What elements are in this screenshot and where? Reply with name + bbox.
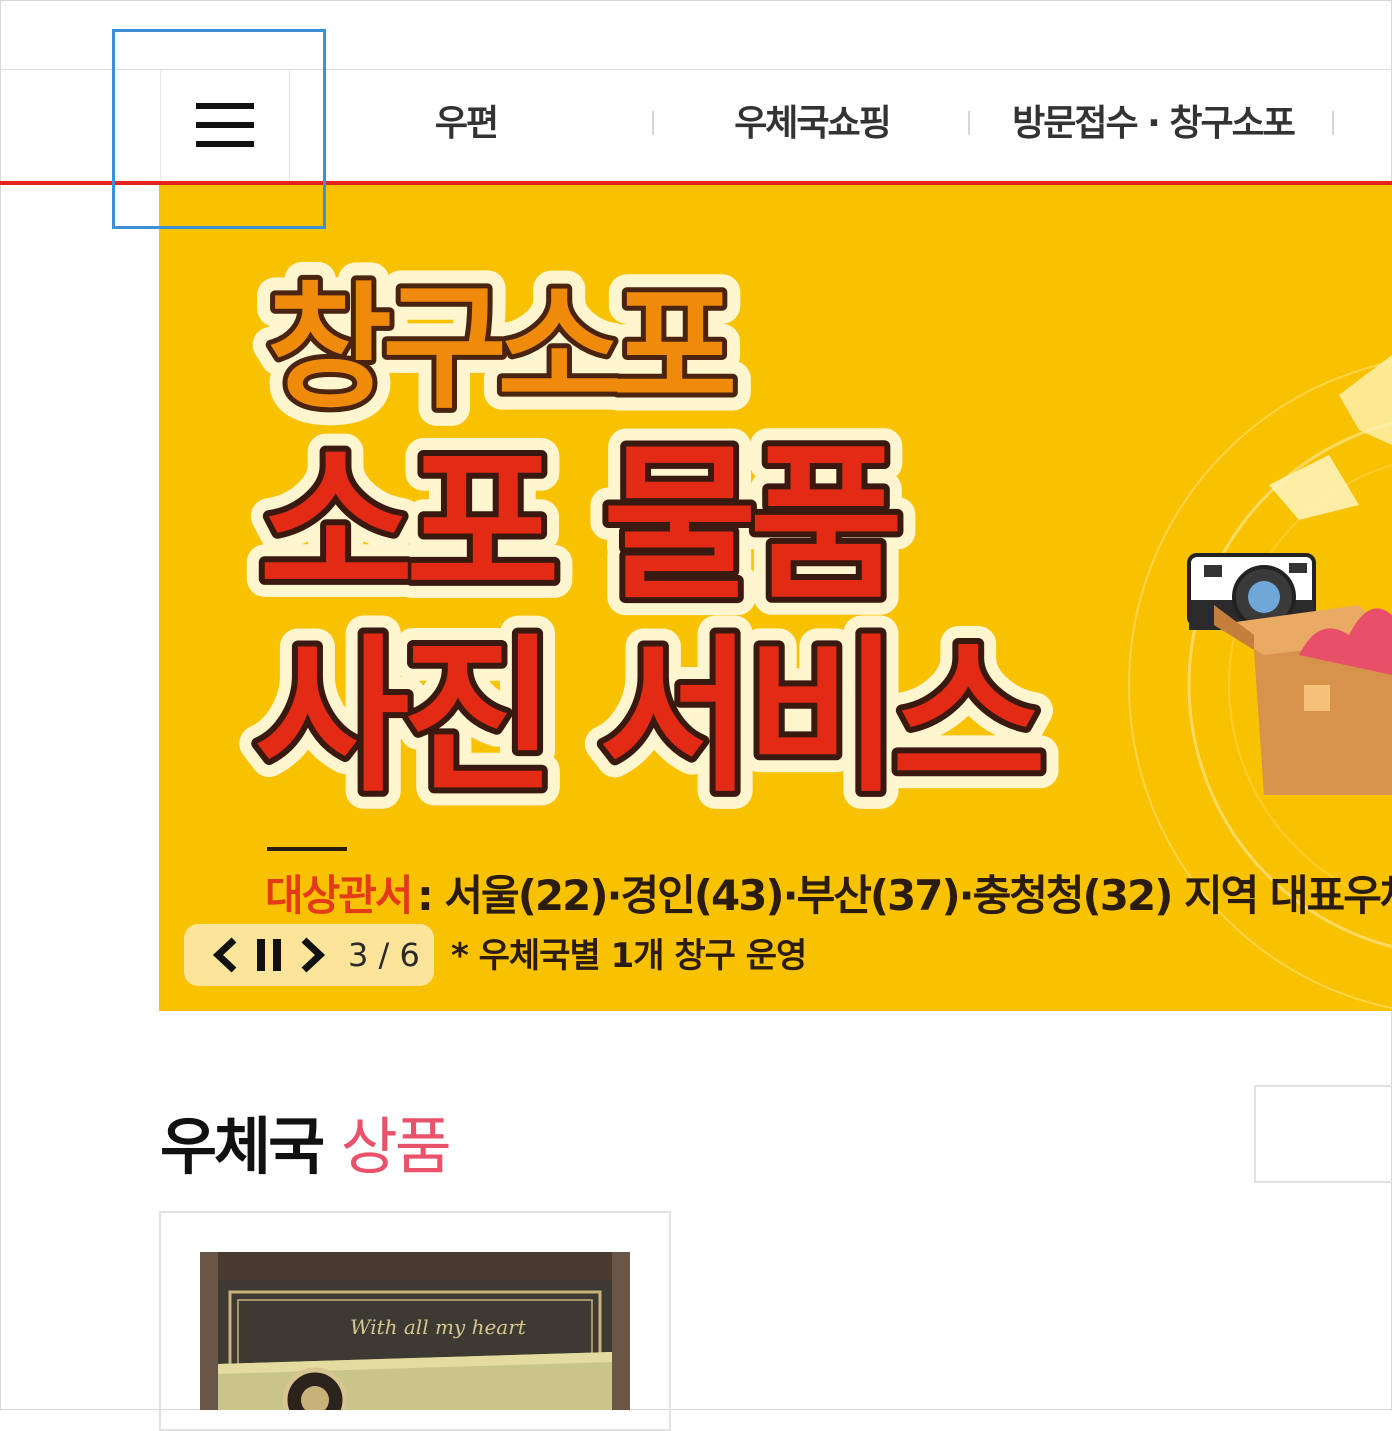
next-slide-icon[interactable] <box>298 936 326 974</box>
info-note: * 우체국별 1개 창구 운영 <box>451 936 806 976</box>
nav-item-post[interactable]: 우편 <box>386 96 546 152</box>
product-image[interactable]: With all my heart <box>200 1252 630 1410</box>
promo-banner[interactable]: 창구소포 창구소포 소포 물품 소포 물품 사진 서비스 사진 서비스 대상관서… <box>159 185 1392 1011</box>
banner-artwork: 창구소포 창구소포 소포 물품 소포 물품 사진 서비스 사진 서비스 대상관서… <box>237 252 1392 1010</box>
pause-icon[interactable] <box>254 936 284 974</box>
nav-divider <box>652 111 654 135</box>
nav-item-shopping[interactable]: 우체국쇼핑 <box>700 96 924 152</box>
nav-divider <box>1332 111 1334 135</box>
section-title-accent: 상품 <box>340 1110 452 1183</box>
envelope-script: With all my heart <box>350 1315 527 1339</box>
nav-divider <box>968 111 970 135</box>
info-label: 대상관서 <box>265 871 412 920</box>
section-title-main: 우체국 <box>160 1110 325 1183</box>
headline-line1: 창구소포 <box>267 270 733 428</box>
section-more-button[interactable] <box>1254 1085 1392 1183</box>
hamburger-menu-icon[interactable] <box>196 103 254 147</box>
info-divider <box>267 847 347 851</box>
parcel-box-icon <box>1214 605 1392 795</box>
info-text: : 서울(22)·경인(43)·부산(37)·충청청(32) 지역 대표우체국 <box>417 871 1392 920</box>
slide-counter: 3 / 6 <box>348 936 420 974</box>
envelope-artwork: With all my heart <box>200 1252 630 1410</box>
prev-slide-icon[interactable] <box>212 936 240 974</box>
headline-line2: 소포 물품 <box>259 427 898 623</box>
headline-line3: 사진 서비스 <box>255 619 1041 815</box>
nav-item-parcel[interactable]: 방문접수 · 창구소포 <box>1000 96 1306 152</box>
section-title: 우체국 상품 <box>160 1096 452 1186</box>
